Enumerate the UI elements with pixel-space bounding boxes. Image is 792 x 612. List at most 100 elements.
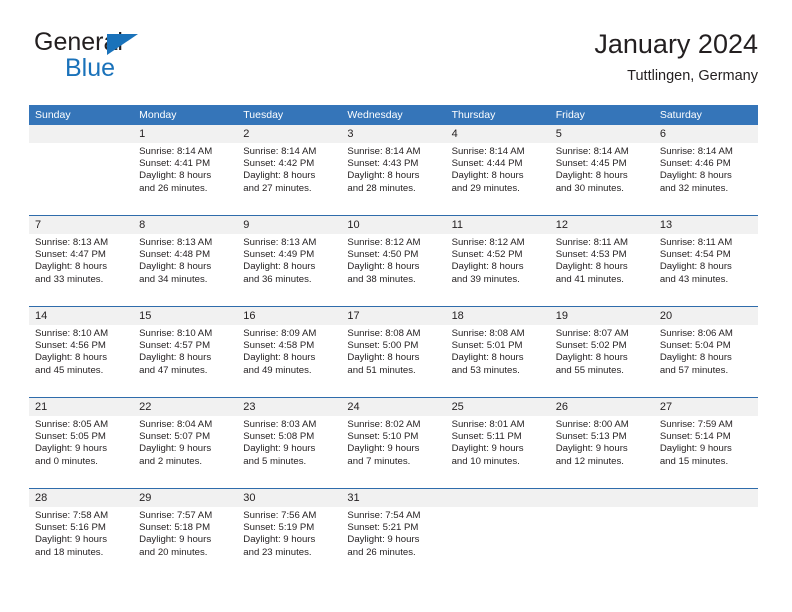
day-number[interactable]: 15: [133, 307, 237, 325]
day-cell[interactable]: Sunrise: 7:58 AM Sunset: 5:16 PM Daylight:…: [29, 507, 133, 579]
day-cell[interactable]: Sunrise: 7:59 AM Sunset: 5:14 PM Daylight:…: [654, 416, 758, 488]
weekday-header-friday: Friday: [555, 109, 585, 121]
day-number[interactable]: 24: [341, 398, 445, 416]
calendar-weeks: 1 2 3 4 5 6 Sunrise: 8:14 AM Sunset: 4:41 PM Day…: [29, 125, 758, 579]
sunrise-text: Sunrise: 7:59 AM: [659, 419, 733, 430]
daylight-text-line1: Daylight: 8 hours: [243, 261, 316, 273]
day-number[interactable]: 16: [237, 307, 341, 325]
day-cell[interactable]: Sunrise: 8:04 AM Sunset: 5:07 PM Daylight:…: [133, 416, 237, 488]
day-cell[interactable]: Sunrise: 8:12 AM Sunset: 4:52 PM Daylight:…: [446, 234, 550, 306]
daylight-text-line1: Daylight: 8 hours: [451, 170, 524, 182]
day-cell[interactable]: Sunrise: 8:11 AM Sunset: 4:53 PM Daylight:…: [550, 234, 654, 306]
sunset-text: Sunset: 5:07 PM: [139, 431, 211, 443]
day-number[interactable]: 17: [341, 307, 445, 325]
day-cell[interactable]: Sunrise: 8:14 AM Sunset: 4:41 PM Daylight:…: [133, 143, 237, 215]
sunrise-text: Sunrise: 8:06 AM: [659, 328, 733, 339]
day-number[interactable]: 19: [550, 307, 654, 325]
day-number[interactable]: 13: [654, 216, 758, 234]
daylight-text-line2: and 47 minutes.: [139, 364, 208, 376]
day-number[interactable]: 18: [446, 307, 550, 325]
day-cell[interactable]: Sunrise: 8:08 AM Sunset: 5:01 PM Daylight:…: [446, 325, 550, 397]
day-cell-empty: [446, 507, 550, 579]
daylight-text-line1: Daylight: 8 hours: [139, 352, 212, 364]
day-number[interactable]: 3: [341, 125, 445, 143]
daylight-text-line2: and 23 minutes.: [243, 546, 312, 558]
day-number[interactable]: 5: [550, 125, 654, 143]
day-cell[interactable]: Sunrise: 8:06 AM Sunset: 5:04 PM Daylight:…: [654, 325, 758, 397]
day-cell[interactable]: Sunrise: 7:57 AM Sunset: 5:18 PM Daylight:…: [133, 507, 237, 579]
day-number[interactable]: 7: [29, 216, 133, 234]
day-number[interactable]: 23: [237, 398, 341, 416]
sunset-text: Sunset: 5:08 PM: [243, 431, 315, 443]
day-cell[interactable]: Sunrise: 8:07 AM Sunset: 5:02 PM Daylight:…: [550, 325, 654, 397]
weekday-header-saturday: Saturday: [659, 109, 702, 121]
day-number[interactable]: 30: [237, 489, 341, 507]
day-number[interactable]: 6: [654, 125, 758, 143]
day-number[interactable]: 10: [341, 216, 445, 234]
day-cell[interactable]: Sunrise: 8:02 AM Sunset: 5:10 PM Daylight:…: [341, 416, 445, 488]
daylight-text-line2: and 18 minutes.: [35, 546, 104, 558]
page-header: General Blue January 2024 Tuttlingen, Ge…: [34, 28, 758, 96]
calendar-week-row: 14 15 16 17 18 19 20 Sunrise: 8:10 AM Sunset: 4:…: [29, 306, 758, 397]
day-number[interactable]: 27: [654, 398, 758, 416]
day-number[interactable]: 2: [237, 125, 341, 143]
daylight-text-line2: and 49 minutes.: [243, 364, 312, 376]
day-number[interactable]: 1: [133, 125, 237, 143]
sunrise-text: Sunrise: 8:13 AM: [243, 237, 317, 248]
daylight-text-line1: Daylight: 8 hours: [659, 170, 732, 182]
day-number[interactable]: 11: [446, 216, 550, 234]
day-cell[interactable]: Sunrise: 8:09 AM Sunset: 4:58 PM Daylight:…: [237, 325, 341, 397]
sunrise-text: Sunrise: 8:14 AM: [139, 146, 213, 157]
day-cell[interactable]: Sunrise: 8:05 AM Sunset: 5:05 PM Daylight:…: [29, 416, 133, 488]
day-cell[interactable]: Sunrise: 8:10 AM Sunset: 4:56 PM Daylight:…: [29, 325, 133, 397]
day-number[interactable]: 31: [341, 489, 445, 507]
day-number[interactable]: 28: [29, 489, 133, 507]
sunset-text: Sunset: 5:19 PM: [243, 522, 315, 534]
daylight-text-line1: Daylight: 9 hours: [659, 443, 732, 455]
week-detail-band: Sunrise: 8:13 AM Sunset: 4:47 PM Daylight:…: [29, 234, 758, 306]
day-number[interactable]: 21: [29, 398, 133, 416]
day-cell[interactable]: Sunrise: 8:08 AM Sunset: 5:00 PM Daylight:…: [341, 325, 445, 397]
daylight-text-line2: and 34 minutes.: [139, 273, 208, 285]
daylight-text-line1: Daylight: 8 hours: [139, 261, 212, 273]
day-cell[interactable]: Sunrise: 8:11 AM Sunset: 4:54 PM Daylight:…: [654, 234, 758, 306]
day-cell[interactable]: Sunrise: 8:13 AM Sunset: 4:47 PM Daylight:…: [29, 234, 133, 306]
calendar-week-row: 28 29 30 31 Sunrise: 7:58 AM Sunset: 5:16 PM D…: [29, 488, 758, 579]
sunset-text: Sunset: 4:56 PM: [35, 340, 106, 352]
day-cell[interactable]: Sunrise: 8:12 AM Sunset: 4:50 PM Daylight:…: [341, 234, 445, 306]
daylight-text-line2: and 33 minutes.: [35, 273, 104, 285]
sunset-text: Sunset: 4:45 PM: [555, 158, 627, 170]
day-cell[interactable]: Sunrise: 8:14 AM Sunset: 4:43 PM Daylight:…: [341, 143, 445, 215]
day-number[interactable]: 29: [133, 489, 237, 507]
day-number[interactable]: 22: [133, 398, 237, 416]
day-cell[interactable]: Sunrise: 8:00 AM Sunset: 5:13 PM Daylight:…: [550, 416, 654, 488]
sunset-text: Sunset: 5:16 PM: [35, 522, 106, 534]
day-cell[interactable]: Sunrise: 7:56 AM Sunset: 5:19 PM Daylight:…: [237, 507, 341, 579]
day-number[interactable]: 20: [654, 307, 758, 325]
weekday-header-monday: Monday: [139, 109, 177, 121]
day-cell[interactable]: Sunrise: 8:10 AM Sunset: 4:57 PM Daylight:…: [133, 325, 237, 397]
day-number-empty: [446, 489, 550, 507]
day-cell[interactable]: Sunrise: 8:13 AM Sunset: 4:49 PM Daylight:…: [237, 234, 341, 306]
day-cell[interactable]: Sunrise: 8:14 AM Sunset: 4:46 PM Daylight:…: [654, 143, 758, 215]
day-number[interactable]: 12: [550, 216, 654, 234]
day-cell[interactable]: Sunrise: 7:54 AM Sunset: 5:21 PM Daylight:…: [341, 507, 445, 579]
sunset-text: Sunset: 4:47 PM: [35, 249, 106, 261]
sunrise-text: Sunrise: 8:12 AM: [347, 237, 421, 248]
sunset-text: Sunset: 5:04 PM: [659, 340, 731, 352]
sunrise-text: Sunrise: 8:12 AM: [451, 237, 525, 248]
day-number[interactable]: 4: [446, 125, 550, 143]
day-cell[interactable]: Sunrise: 8:13 AM Sunset: 4:48 PM Daylight:…: [133, 234, 237, 306]
day-cell[interactable]: Sunrise: 8:01 AM Sunset: 5:11 PM Daylight:…: [446, 416, 550, 488]
day-cell[interactable]: Sunrise: 8:14 AM Sunset: 4:42 PM Daylight:…: [237, 143, 341, 215]
day-number[interactable]: 9: [237, 216, 341, 234]
day-cell[interactable]: Sunrise: 8:14 AM Sunset: 4:44 PM Daylight:…: [446, 143, 550, 215]
day-number[interactable]: 8: [133, 216, 237, 234]
daylight-text-line1: Daylight: 8 hours: [451, 261, 524, 273]
day-number[interactable]: 26: [550, 398, 654, 416]
day-cell[interactable]: Sunrise: 8:03 AM Sunset: 5:08 PM Daylight:…: [237, 416, 341, 488]
day-number[interactable]: 25: [446, 398, 550, 416]
day-number[interactable]: 14: [29, 307, 133, 325]
daylight-text-line2: and 41 minutes.: [555, 273, 624, 285]
day-cell[interactable]: Sunrise: 8:14 AM Sunset: 4:45 PM Daylight:…: [550, 143, 654, 215]
